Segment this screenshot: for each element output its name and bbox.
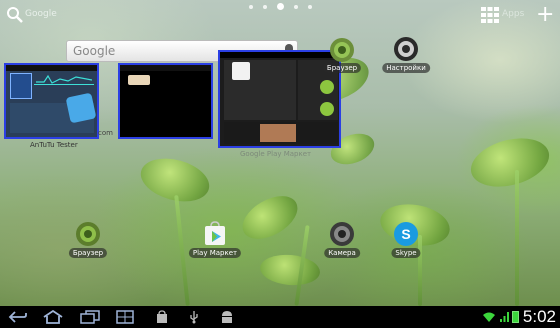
browser-bottom-label[interactable]: Браузер bbox=[68, 248, 108, 258]
camera-label[interactable]: Камера bbox=[324, 248, 360, 258]
battery-icon bbox=[512, 311, 519, 323]
android-debug-icon bbox=[222, 311, 232, 323]
top-bar: Google Apps + bbox=[0, 0, 560, 30]
back-icon[interactable] bbox=[8, 310, 28, 324]
browser-top-label[interactable]: Браузер bbox=[322, 63, 362, 73]
google-search-label[interactable]: Google bbox=[25, 9, 57, 19]
search-widget-placeholder: Google bbox=[73, 44, 116, 58]
search-icon[interactable] bbox=[6, 6, 24, 24]
system-bar: 5:02 bbox=[0, 306, 560, 328]
shopping-bag-icon bbox=[157, 310, 167, 323]
home-icon[interactable] bbox=[42, 310, 64, 324]
play-market-icon[interactable] bbox=[202, 221, 228, 247]
url-fragment: com bbox=[98, 129, 113, 137]
signal-icon bbox=[500, 312, 509, 322]
play-market-caption: Google Play Маркет bbox=[240, 150, 312, 158]
add-icon[interactable]: + bbox=[536, 4, 554, 26]
camera-icon[interactable] bbox=[329, 221, 355, 247]
settings-label[interactable]: Настройки bbox=[382, 63, 430, 73]
wifi-icon bbox=[483, 312, 495, 322]
page-dot bbox=[263, 4, 267, 9]
apps-grid-icon[interactable] bbox=[480, 6, 500, 24]
settings-icon[interactable] bbox=[393, 36, 419, 62]
play-market-label[interactable]: Play Маркет bbox=[188, 248, 242, 258]
browser-thumbnail[interactable] bbox=[118, 63, 213, 139]
page-dot bbox=[249, 4, 253, 9]
svg-text:S: S bbox=[401, 226, 410, 242]
page-dot bbox=[294, 4, 298, 9]
recent-apps-icon[interactable] bbox=[80, 310, 100, 324]
usb-icon bbox=[190, 311, 198, 324]
browser-top-icon[interactable] bbox=[329, 37, 355, 63]
skype-label[interactable]: Skype bbox=[391, 248, 421, 258]
clock: 5:02 bbox=[522, 307, 556, 326]
apps-label[interactable]: Apps bbox=[502, 9, 524, 19]
skype-icon[interactable]: S bbox=[393, 221, 419, 247]
page-indicator bbox=[249, 3, 312, 10]
page-dot-active bbox=[277, 3, 284, 10]
antutu-thumbnail[interactable] bbox=[4, 63, 99, 139]
screenshot-icon[interactable] bbox=[116, 310, 134, 324]
antutu-caption: AnTuTu Tester bbox=[30, 141, 78, 149]
page-dot bbox=[308, 4, 312, 9]
browser-bottom-icon[interactable] bbox=[75, 221, 101, 247]
